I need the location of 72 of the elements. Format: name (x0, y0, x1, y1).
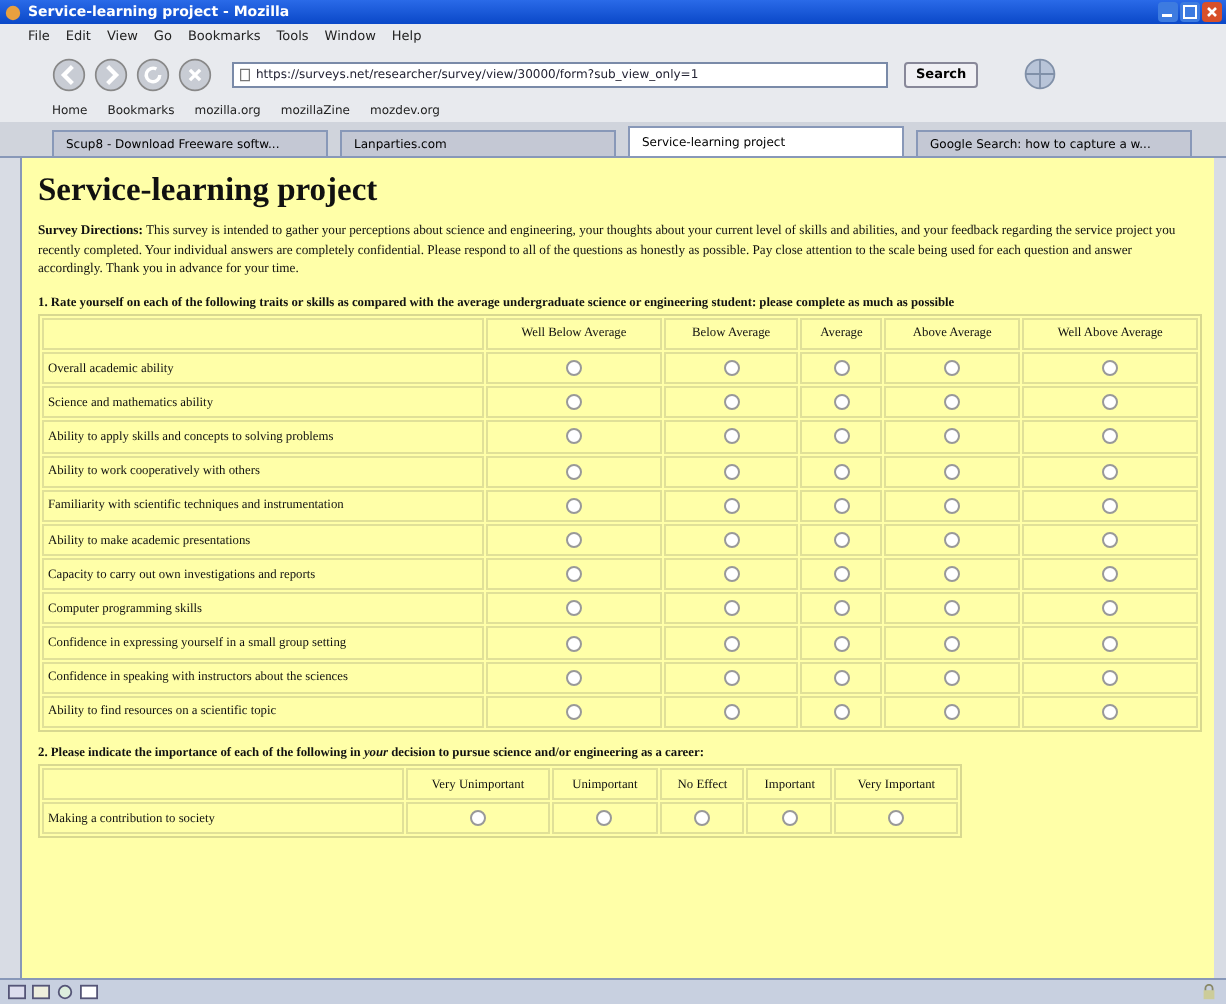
radio-button[interactable] (723, 532, 740, 548)
close-icon[interactable] (1202, 2, 1222, 22)
radio-button[interactable] (944, 532, 961, 548)
radio-button[interactable] (723, 394, 740, 411)
radio-button[interactable] (888, 810, 905, 827)
radio-button[interactable] (944, 428, 961, 445)
radio-button[interactable] (1102, 669, 1119, 686)
radio-button[interactable] (565, 428, 582, 445)
radio-button[interactable] (1102, 635, 1119, 652)
radio-button[interactable] (944, 360, 961, 377)
radio-button[interactable] (944, 463, 961, 480)
radio-button[interactable] (833, 703, 850, 720)
radio-button[interactable] (944, 497, 961, 514)
radio-button[interactable] (565, 635, 582, 652)
radio-button[interactable] (723, 497, 740, 514)
reload-icon[interactable] (136, 57, 170, 91)
radio-button[interactable] (833, 360, 850, 377)
radio-button[interactable] (565, 463, 582, 480)
radio-button[interactable] (596, 810, 613, 827)
radio-button[interactable] (565, 360, 582, 377)
radio-button[interactable] (1102, 532, 1119, 548)
stop-icon[interactable] (178, 57, 212, 91)
radio-button[interactable] (833, 532, 850, 548)
app-icon (4, 3, 22, 21)
radio-button[interactable] (723, 463, 740, 480)
radio-button[interactable] (944, 635, 961, 652)
radio-button[interactable] (565, 497, 582, 514)
radio-button[interactable] (944, 394, 961, 411)
radio-button[interactable] (723, 566, 740, 583)
radio-button[interactable] (1102, 703, 1119, 720)
radio-button[interactable] (833, 566, 850, 583)
radio-button[interactable] (1102, 497, 1119, 514)
radio-button[interactable] (833, 497, 850, 514)
radio-button[interactable] (723, 428, 740, 445)
forward-icon[interactable] (94, 57, 128, 91)
page-icon (240, 67, 250, 81)
page-heading: Service-learning project (38, 170, 380, 210)
radio-button[interactable] (1102, 394, 1119, 411)
radio-button[interactable] (469, 810, 486, 827)
radio-button[interactable] (833, 635, 850, 652)
back-icon[interactable] (52, 57, 86, 91)
radio-button[interactable] (833, 428, 850, 445)
radio-button[interactable] (833, 463, 850, 480)
radio-button[interactable] (1102, 566, 1119, 583)
radio-button[interactable] (833, 600, 850, 617)
radio-button[interactable] (723, 360, 740, 377)
radio-button[interactable] (833, 394, 850, 411)
lock-icon (1200, 984, 1218, 1000)
maximize-icon[interactable] (1180, 2, 1200, 22)
radio-button[interactable] (781, 810, 798, 827)
radio-button[interactable] (1102, 428, 1119, 445)
radio-button[interactable] (944, 669, 961, 686)
radio-button[interactable] (565, 532, 582, 548)
radio-button[interactable] (694, 810, 711, 827)
radio-button[interactable] (723, 669, 740, 686)
radio-button[interactable] (723, 703, 740, 720)
radio-button[interactable] (565, 703, 582, 720)
radio-button[interactable] (944, 566, 961, 583)
radio-button[interactable] (565, 669, 582, 686)
radio-button[interactable] (1102, 463, 1119, 480)
minimize-icon[interactable] (1158, 2, 1178, 22)
radio-button[interactable] (723, 600, 740, 617)
radio-button[interactable] (565, 394, 582, 411)
radio-button[interactable] (565, 600, 582, 617)
radio-button[interactable] (833, 669, 850, 686)
radio-button[interactable] (723, 635, 740, 652)
radio-button[interactable] (1102, 360, 1119, 377)
globe-icon (1022, 56, 1059, 92)
radio-button[interactable] (1102, 600, 1119, 617)
radio-button[interactable] (944, 703, 961, 720)
radio-button[interactable] (944, 600, 961, 617)
radio-button[interactable] (565, 566, 582, 583)
